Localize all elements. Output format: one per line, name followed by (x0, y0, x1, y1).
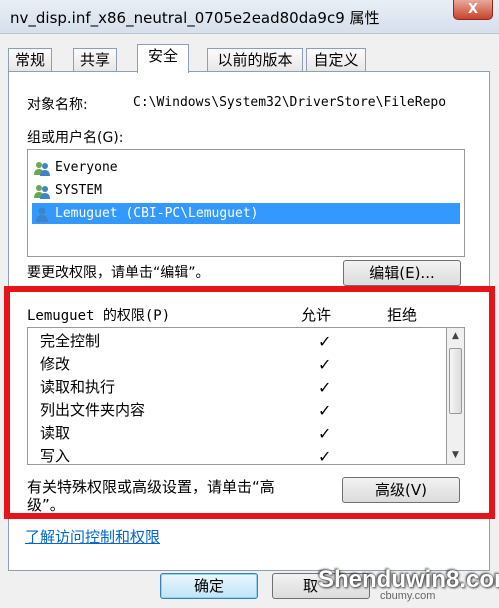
tab-customize[interactable]: 自定义 (306, 48, 366, 72)
scroll-down-icon[interactable]: ▼ (447, 447, 464, 464)
advanced-button[interactable]: 高级(V) (342, 477, 460, 503)
allow-check-icon: ✓ (318, 401, 332, 420)
perm-row-read-execute: 读取和执行 ✓ (40, 378, 332, 397)
object-name-value: C:\Windows\System32\DriverStore\FileRepo (133, 95, 447, 110)
permissions-header: Lemuguet 的权限(P) (27, 308, 171, 324)
advanced-hint-line2: 级”。 (27, 496, 65, 514)
help-link[interactable]: 了解访问控制和权限 (25, 526, 160, 547)
tab-security[interactable]: 安全 (137, 44, 189, 73)
close-button[interactable]: X (453, 0, 493, 20)
allow-check-icon: ✓ (318, 378, 332, 397)
allow-check-icon: ✓ (318, 332, 332, 351)
window-title: nv_disp.inf_x86_neutral_0705e2ead80da9c9… (10, 9, 380, 27)
group-users-icon (34, 161, 50, 176)
close-icon: X (467, 2, 479, 17)
allow-column-header: 允许 (301, 306, 332, 324)
allow-check-icon: ✓ (318, 355, 332, 374)
users-listbox[interactable]: Everyone SYSTEM Lemuguet (CBI-PC\Lemugue… (27, 149, 465, 257)
tab-previous-versions[interactable]: 以前的版本 (207, 48, 303, 72)
watermark-sub: cbumy.com (380, 590, 436, 602)
scroll-thumb[interactable] (449, 348, 462, 414)
perm-row-modify: 修改 ✓ (40, 355, 332, 374)
list-item-lemuguet[interactable]: Lemuguet (CBI-PC\Lemuguet) (32, 203, 460, 224)
tab-sharing[interactable]: 共享 (73, 48, 117, 72)
allow-check-icon: ✓ (318, 424, 332, 443)
perm-row-full-control: 完全控制 ✓ (40, 332, 332, 351)
perm-row-write: 写入 ✓ (40, 445, 430, 465)
list-item-everyone[interactable]: Everyone (32, 157, 460, 178)
deny-column-header: 拒绝 (387, 306, 418, 324)
title-bar: nv_disp.inf_x86_neutral_0705e2ead80da9c9… (0, 0, 499, 34)
user-icon (36, 207, 48, 222)
group-users-icon (34, 184, 50, 199)
security-panel: 对象名称: C:\Windows\System32\DriverStore\Fi… (8, 71, 490, 571)
edit-button[interactable]: 编辑(E)... (343, 260, 461, 286)
permissions-list[interactable]: 完全控制 ✓ 修改 ✓ 读取和执行 ✓ 列出文件夹内容 ✓ 读取 ✓ 写入 ✓ (27, 327, 447, 465)
scroll-up-icon[interactable]: ▲ (447, 328, 464, 345)
users-label: 组或用户名(G): (27, 130, 124, 146)
tab-general[interactable]: 常规 (8, 48, 52, 72)
allow-check-icon: ✓ (318, 447, 332, 465)
edit-hint: 要更改权限，请单击“编辑”。 (27, 265, 210, 281)
ok-button[interactable]: 确定 (160, 573, 258, 599)
object-name-label: 对象名称: (27, 97, 88, 113)
perm-row-list-folder: 列出文件夹内容 ✓ (40, 401, 332, 420)
list-item-system[interactable]: SYSTEM (32, 180, 460, 201)
permissions-scrollbar[interactable]: ▲ ▼ (447, 327, 465, 465)
perm-row-read: 读取 ✓ (40, 424, 332, 443)
